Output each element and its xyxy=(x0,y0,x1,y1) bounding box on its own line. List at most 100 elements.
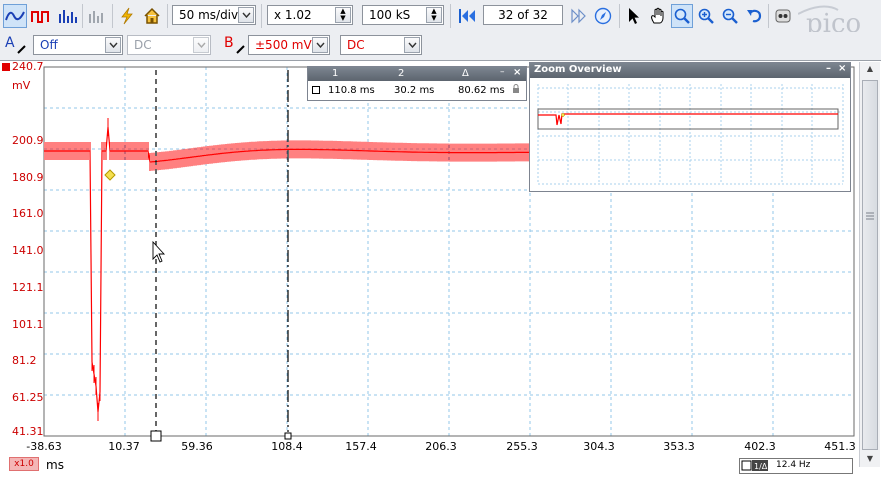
ruler-2-value: 30.2 ms xyxy=(394,85,435,96)
frequency-value: 12.4 Hz xyxy=(776,460,811,470)
x-tick-label: 255.3 xyxy=(506,440,538,453)
ruler-measurement-panel[interactable]: 1 2 Δ – × 110.8 ms 30.2 ms 80.62 ms xyxy=(307,66,527,101)
x-tick-label: 59.36 xyxy=(181,440,213,453)
channel-b-label: B xyxy=(224,35,234,51)
y-tick-label: 61.25 xyxy=(12,391,44,404)
hand-tool-icon[interactable] xyxy=(647,4,669,28)
x-tick-label: 402.3 xyxy=(744,440,776,453)
scroll-up-icon[interactable]: ▲ xyxy=(862,62,878,76)
mouse-pointer-icon xyxy=(152,240,166,263)
toolbar-separator xyxy=(167,4,168,28)
zoom-overview-titlebar: Zoom Overview – × xyxy=(530,63,850,78)
delta-value: 80.62 ms xyxy=(458,85,505,96)
samples-spinner[interactable]: 100 kS ▲ ▼ xyxy=(362,5,444,25)
trigger-marker[interactable] xyxy=(104,169,116,181)
scroll-down-icon[interactable]: ▼ xyxy=(862,452,878,466)
x-unit-label: ms xyxy=(46,458,64,472)
channel-probe-icon xyxy=(236,45,245,54)
y-tick-label: 81.2 xyxy=(12,354,37,367)
zoom-overview-title: Zoom Overview xyxy=(534,64,622,75)
channel-toolbar: A Off DC B ±500 mV DC xyxy=(0,32,881,61)
x-tick-label: 108.4 xyxy=(271,440,303,453)
ruler-1-value: 110.8 ms xyxy=(328,85,375,96)
spectrum-mode-icon[interactable] xyxy=(55,4,79,28)
channel-b-range-select[interactable]: ±500 mV xyxy=(248,35,330,55)
toolbar-separator xyxy=(768,4,769,28)
time-ruler-2-handle[interactable] xyxy=(284,432,292,440)
y-tick-label: 141.0 xyxy=(12,244,44,257)
channel-a-coupling: DC xyxy=(134,38,152,52)
pointer-tool-icon[interactable] xyxy=(623,4,645,28)
channel-b-coupling-select[interactable]: DC xyxy=(340,35,422,55)
channel-a-range: Off xyxy=(40,38,58,52)
chevron-down-icon[interactable] xyxy=(105,37,121,53)
minimize-icon[interactable]: – xyxy=(826,63,831,74)
vertical-scrollbar[interactable]: ▲ ▼ xyxy=(859,62,880,467)
main-toolbar: 50 ms/div x 1.02 ▲▼ 100 kS ▲▼ 32 of 32 xyxy=(0,0,881,52)
y-tick-label: 200.9 xyxy=(12,134,44,147)
channel-b-range: ±500 mV xyxy=(255,38,312,52)
zoom-overview-trace xyxy=(538,113,838,126)
x-tick-label: 451.3 xyxy=(824,440,856,453)
toolbar-separator xyxy=(619,4,620,28)
channel-probe-icon xyxy=(17,45,26,54)
zoom-box-tool-icon[interactable] xyxy=(671,4,693,28)
persistence-mode-icon[interactable] xyxy=(29,4,53,28)
channel-b-button[interactable]: B xyxy=(224,35,248,57)
channel-zoom-badge[interactable]: x1.0 xyxy=(9,457,39,471)
time-ruler-1-handle[interactable] xyxy=(150,430,162,442)
samples-value: 100 kS xyxy=(369,8,411,22)
channel-options-icon[interactable] xyxy=(85,4,109,28)
svg-text:1/Δ: 1/Δ xyxy=(754,462,768,471)
home-icon[interactable] xyxy=(141,4,163,28)
y-tick-label: 240.7 xyxy=(12,60,44,73)
channel-a-button[interactable]: A xyxy=(5,35,33,57)
lock-icon[interactable] xyxy=(512,84,520,97)
channel-a-label: A xyxy=(5,35,15,51)
scrollbar-thumb[interactable] xyxy=(862,80,878,450)
y-unit-label: mV xyxy=(12,79,31,92)
x-tick-label: -38.63 xyxy=(26,440,62,453)
chevron-down-icon[interactable] xyxy=(404,37,420,53)
y-tick-label: 121.1 xyxy=(12,281,44,294)
delta-header: Δ xyxy=(462,68,469,79)
toolbar-separator xyxy=(112,4,113,28)
frequency-readout: 1/Δ 12.4 Hz xyxy=(739,458,853,474)
buffer-next-icon[interactable] xyxy=(567,4,589,28)
zoom-out-icon[interactable] xyxy=(719,4,741,28)
buffer-position-field[interactable]: 32 of 32 xyxy=(483,5,563,25)
zoom-factor-spinner[interactable]: x 1.02 ▲ ▼ xyxy=(267,5,353,25)
grip-icon xyxy=(866,212,874,220)
zoom-overview-window[interactable]: Zoom Overview – × xyxy=(529,62,851,192)
timebase-select[interactable]: 50 ms/div xyxy=(172,5,256,25)
spin-arrows-icon[interactable]: ▲ ▼ xyxy=(426,7,442,23)
chevron-down-icon[interactable] xyxy=(238,7,254,23)
close-icon[interactable]: × xyxy=(838,63,846,74)
zoom-in-icon[interactable] xyxy=(695,4,717,28)
minimize-icon[interactable]: – xyxy=(500,67,505,77)
view-options-icon[interactable] xyxy=(772,4,794,28)
close-icon[interactable]: × xyxy=(513,67,521,78)
zoom-overview-graph[interactable] xyxy=(530,79,848,189)
zoom-factor-value: x 1.02 xyxy=(274,8,312,22)
undo-zoom-icon[interactable] xyxy=(743,4,765,28)
ruler-1-header: 1 xyxy=(332,68,339,79)
toolbar-separator xyxy=(450,4,451,28)
navigate-compass-icon[interactable] xyxy=(592,4,614,28)
y-tick-label: 180.9 xyxy=(12,171,44,184)
spin-arrows-icon[interactable]: ▲ ▼ xyxy=(335,7,351,23)
trigger-lightning-icon[interactable] xyxy=(116,4,138,28)
chevron-down-icon[interactable] xyxy=(312,37,328,53)
ruler-marker-icon xyxy=(312,86,320,94)
chevron-down-icon xyxy=(193,37,209,53)
y-tick-label: 101.1 xyxy=(12,318,44,331)
channel-a-range-select[interactable]: Off xyxy=(33,35,123,55)
x-tick-label: 304.3 xyxy=(583,440,615,453)
x-tick-label: 353.3 xyxy=(663,440,695,453)
scope-mode-icon[interactable] xyxy=(3,4,27,28)
buffer-first-icon[interactable] xyxy=(455,4,479,28)
buffer-position-value: 32 of 32 xyxy=(498,8,548,22)
toolbar-separator xyxy=(261,4,262,28)
x-tick-label: 157.4 xyxy=(345,440,377,453)
x-tick-label: 206.3 xyxy=(425,440,457,453)
